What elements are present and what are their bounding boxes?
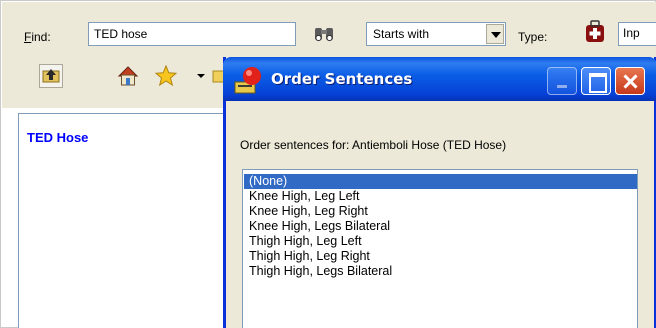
minimize-icon[interactable] xyxy=(547,67,577,95)
results-list: TED Hose xyxy=(18,113,240,328)
up-folder-icon[interactable] xyxy=(39,64,63,88)
chevron-down-icon[interactable] xyxy=(486,24,504,44)
main-window: Find: Starts with Type: Inp xyxy=(0,0,656,328)
list-item[interactable]: Thigh High, Leg Right xyxy=(244,249,637,264)
dialog-titlebar[interactable]: Order Sentences xyxy=(223,57,656,101)
dialog-title: Order Sentences xyxy=(271,70,413,88)
order-sentences-list: (None) Knee High, Leg Left Knee High, Leg … xyxy=(243,174,637,279)
find-input[interactable] xyxy=(88,22,296,46)
list-item[interactable]: (None) xyxy=(244,174,637,189)
order-sentences-dialog: Order Sentences Order sentences for: Ant… xyxy=(223,57,656,328)
list-item[interactable]: Knee High, Leg Left xyxy=(244,189,637,204)
match-mode-select[interactable]: Starts with xyxy=(366,22,506,46)
order-sentences-app-icon xyxy=(232,64,264,96)
type-field[interactable]: Inp xyxy=(618,22,656,46)
list-item[interactable]: Thigh High, Leg Left xyxy=(244,234,637,249)
home-icon[interactable] xyxy=(116,64,140,88)
medical-kit-icon xyxy=(584,20,606,46)
order-sentences-listbox[interactable]: (None) Knee High, Leg Left Knee High, Leg … xyxy=(242,169,638,328)
list-item[interactable]: TED Hose xyxy=(27,130,88,145)
list-item[interactable]: Thigh High, Legs Bilateral xyxy=(244,264,637,279)
list-item[interactable]: Knee High, Leg Right xyxy=(244,204,637,219)
star-icon[interactable] xyxy=(154,64,178,88)
close-icon[interactable] xyxy=(615,67,645,95)
list-item[interactable]: Knee High, Legs Bilateral xyxy=(244,219,637,234)
binoculars-icon[interactable] xyxy=(312,22,336,46)
match-mode-value: Starts with xyxy=(373,27,430,41)
type-label: Type: xyxy=(518,30,548,44)
favorites-dropdown-icon[interactable] xyxy=(194,66,208,86)
maximize-icon[interactable] xyxy=(581,67,611,95)
order-sentences-label: Order sentences for: Antiemboli Hose (TE… xyxy=(240,138,507,152)
find-label: Find: xyxy=(24,30,51,44)
